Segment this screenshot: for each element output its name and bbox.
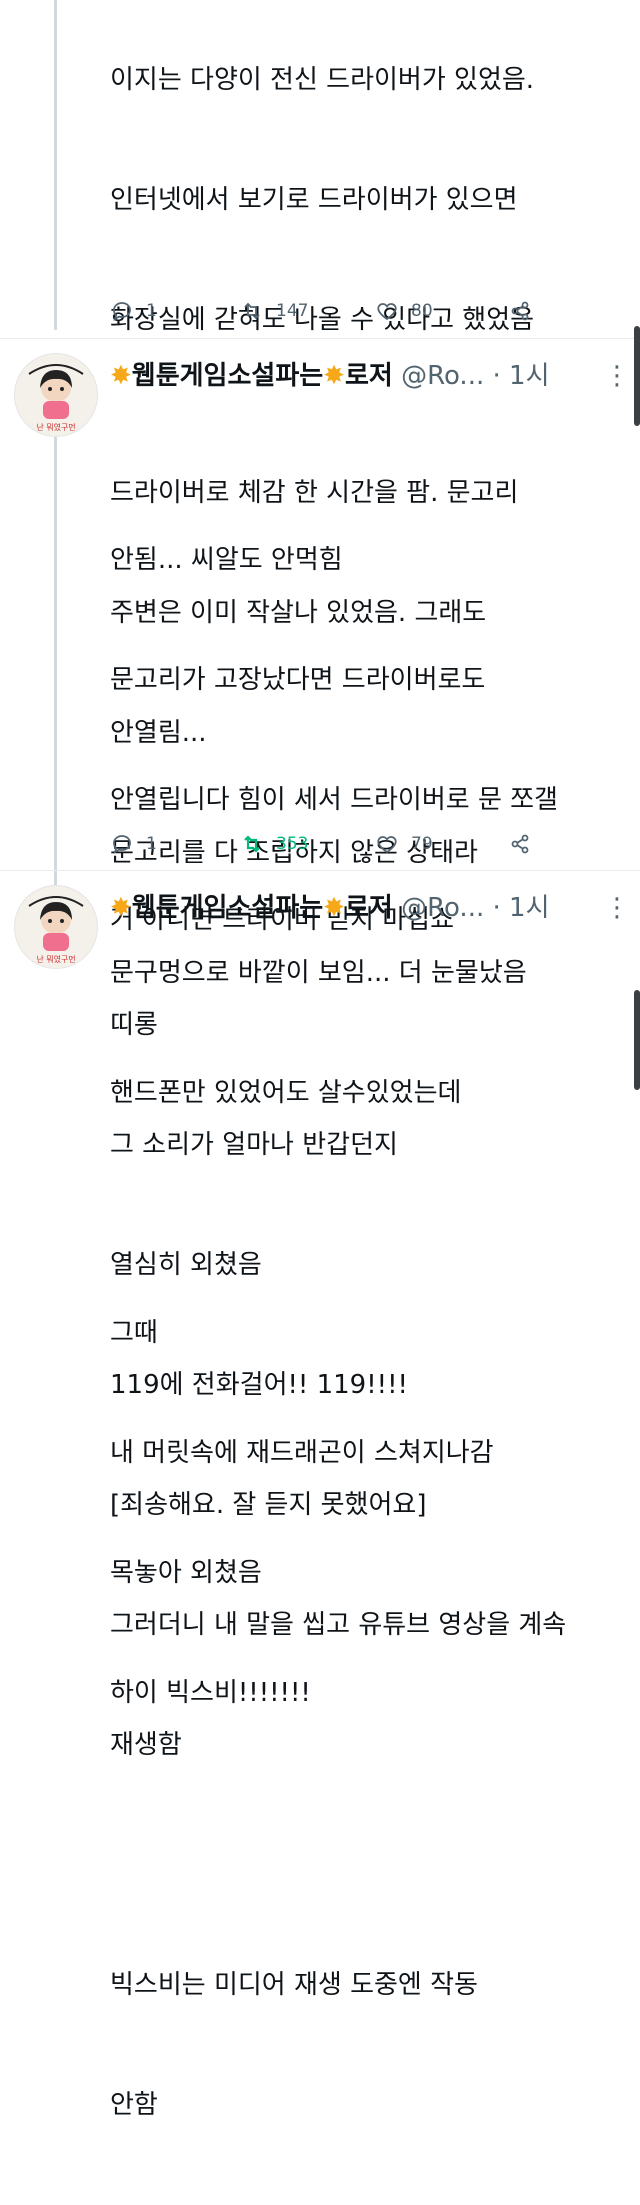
tweet-3-header: ✸웹툰게임소설파는✸로저 @Ro... · 1시 ⋮ — [110, 891, 630, 925]
sun-icon: ✸ — [110, 893, 132, 923]
svg-text:난 뭐였구먼: 난 뭐였구먼 — [36, 954, 75, 964]
display-name-suffix[interactable]: 로저 — [345, 893, 393, 923]
svg-text:난 뭐였구먼: 난 뭐였구먼 — [36, 422, 75, 432]
tweet-2-header: ✸웹툰게임소설파는✸로저 @Ro... · 1시 ⋮ — [110, 359, 630, 393]
tweet-3[interactable]: 난 뭐였구먼 ✸웹툰게임소설파는✸로저 @Ro... · 1시 ⋮ 띠롱 그 소… — [0, 871, 640, 2120]
more-options-icon[interactable]: ⋮ — [604, 359, 630, 393]
tweet-3-text: 띠롱 그 소리가 얼마나 반갑던지 열심히 외쳤음 119에 전화걸어!! 11… — [110, 1010, 567, 2120]
display-name[interactable]: 웹툰게임소설파는 — [132, 893, 323, 923]
avatar-image: 난 뭐였구먼 — [15, 886, 97, 968]
reply-count: 1 — [146, 834, 157, 854]
more-options-icon[interactable]: ⋮ — [604, 891, 630, 925]
like-count: 79 — [411, 834, 433, 854]
scrollbar-thumb[interactable] — [634, 990, 640, 1090]
reply-button[interactable]: 1 — [110, 294, 157, 328]
tweet-1-actions: 1 147 80 — [110, 294, 620, 328]
retweet-count: 147 — [276, 301, 309, 321]
sun-icon: ✸ — [323, 893, 345, 923]
heart-icon — [377, 303, 397, 321]
tweet-1[interactable]: 이지는 다양이 전신 드라이버가 있었음. 인터넷에서 보기로 드라이버가 있으… — [0, 0, 640, 935]
retweet-button[interactable]: 353 — [240, 827, 308, 861]
avatar-image: 난 뭐였구먼 — [15, 354, 97, 436]
retweet-count: 353 — [276, 834, 309, 854]
scrollbar-thumb[interactable] — [634, 326, 640, 426]
reply-icon — [113, 302, 131, 321]
share-button[interactable] — [508, 294, 532, 328]
timestamp[interactable]: · 1시 — [493, 893, 550, 923]
reply-icon — [113, 835, 131, 854]
reply-button[interactable]: 1 — [110, 827, 157, 861]
display-name-suffix[interactable]: 로저 — [345, 361, 393, 391]
like-button[interactable]: 80 — [375, 294, 433, 328]
like-button[interactable]: 79 — [375, 827, 433, 861]
avatar[interactable]: 난 뭐였구먼 — [14, 885, 98, 969]
timestamp[interactable]: · 1시 — [493, 361, 550, 391]
handle[interactable]: @Ro... — [401, 893, 484, 923]
sun-icon: ✸ — [110, 361, 132, 391]
retweet-icon — [244, 835, 260, 853]
reply-count: 1 — [146, 301, 157, 321]
avatar[interactable]: 난 뭐였구먼 — [14, 353, 98, 437]
share-button[interactable] — [508, 827, 532, 861]
handle[interactable]: @Ro... — [401, 361, 484, 391]
retweet-icon — [244, 302, 260, 320]
share-icon — [511, 301, 529, 321]
sun-icon: ✸ — [323, 361, 345, 391]
heart-icon — [377, 836, 397, 854]
tweet-2-actions: 1 353 79 — [110, 827, 620, 861]
like-count: 80 — [411, 301, 433, 321]
display-name[interactable]: 웹툰게임소설파는 — [132, 361, 323, 391]
tweet-2[interactable]: 난 뭐였구먼 ✸웹툰게임소설파는✸로저 @Ro... · 1시 ⋮ 드라이버로 … — [0, 339, 640, 1708]
share-icon — [511, 834, 529, 854]
retweet-button[interactable]: 147 — [240, 294, 308, 328]
